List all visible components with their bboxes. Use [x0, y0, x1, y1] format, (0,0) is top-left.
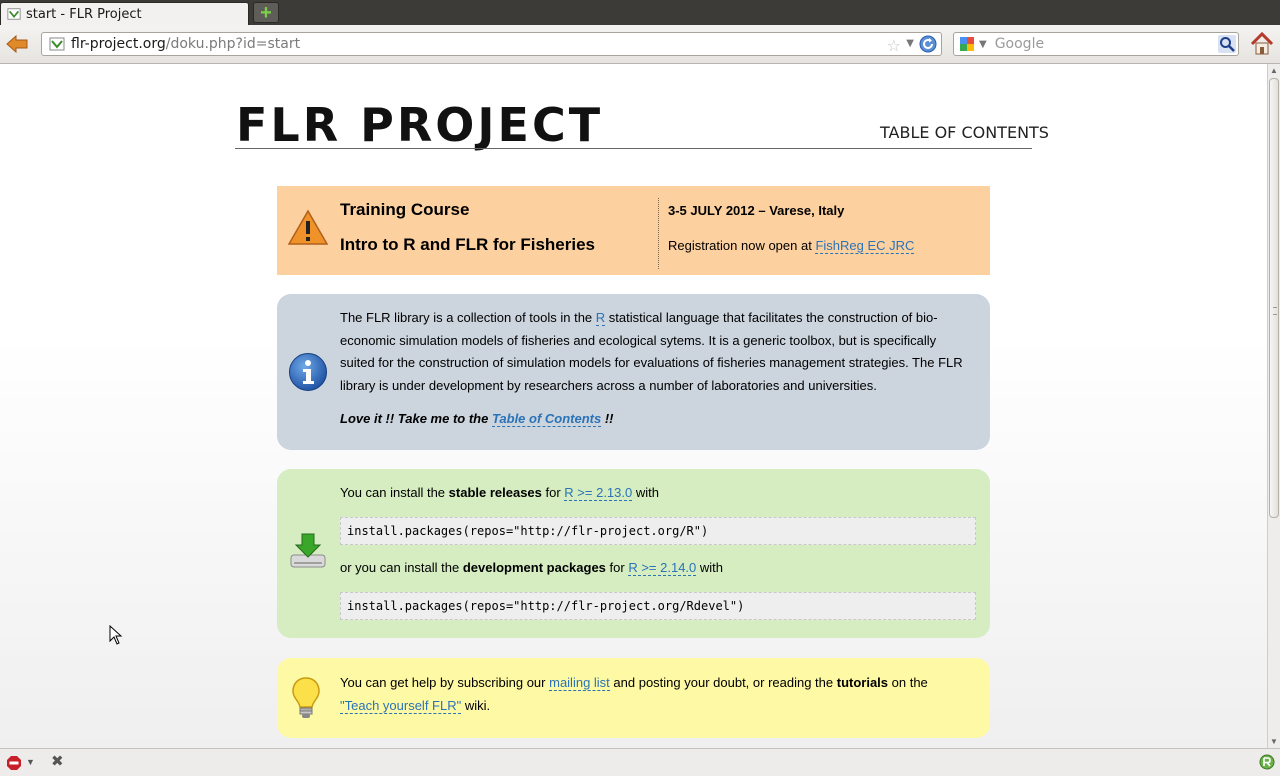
- plus-icon: +: [260, 1, 272, 24]
- search-bar[interactable]: ▼ Google: [953, 32, 1239, 56]
- url-history-dropdown-icon[interactable]: ▼: [906, 38, 914, 49]
- stable-prefix: You can install the: [340, 485, 449, 500]
- site-title[interactable]: FLR PROJECT: [236, 98, 603, 152]
- page-viewport: FLR PROJECT TABLE OF CONTENTS Training C…: [0, 64, 1267, 748]
- love-suffix: !!: [601, 411, 614, 426]
- close-addon-bar-icon[interactable]: ✖: [51, 752, 64, 770]
- help-box: You can get help by subscribing our mail…: [277, 658, 990, 738]
- toc-inline-link[interactable]: Table of Contents: [491, 411, 602, 427]
- scroll-grip: [1273, 307, 1277, 315]
- training-subtitle: Intro to R and FLR for Fisheries: [340, 235, 596, 254]
- warning-icon: [287, 209, 329, 245]
- r-2-14-link[interactable]: R >= 2.14.0: [628, 560, 697, 576]
- help-mid: and posting your doubt, or reading the: [609, 675, 837, 690]
- mailing-list-link[interactable]: mailing list: [549, 675, 610, 691]
- bookmark-star-icon[interactable]: ☆: [887, 36, 901, 55]
- browser-tab-active[interactable]: start - FLR Project: [0, 2, 249, 25]
- address-bar[interactable]: flr-project.org/doku.php?id=start ☆ ▼: [41, 32, 942, 56]
- header-divider: [235, 148, 1032, 149]
- install-instructions-box: You can install the stable releases for …: [277, 469, 990, 638]
- love-it-line: Love it !! Take me to the Table of Conte…: [340, 411, 614, 427]
- registration-text: Registration now open at FishReg EC JRC: [668, 238, 915, 254]
- stable-release-line: You can install the stable releases for …: [340, 485, 659, 501]
- search-placeholder: Google: [994, 36, 1045, 52]
- lightbulb-icon: [292, 677, 320, 718]
- registration-prefix: Registration now open at: [668, 238, 816, 253]
- stable-suffix: with: [632, 485, 659, 500]
- info-icon: [289, 353, 327, 391]
- love-prefix: Love it !! Take me to the: [340, 411, 492, 426]
- url-path: /doku.php?id=start: [165, 36, 301, 52]
- vertical-scrollbar[interactable]: ▲ ▼: [1267, 64, 1280, 748]
- home-icon[interactable]: [1249, 31, 1275, 57]
- development-packages-label: development packages: [462, 560, 606, 575]
- scroll-up-icon[interactable]: ▲: [1270, 66, 1278, 75]
- training-course-notice: Training Course Intro to R and FLR for F…: [277, 186, 990, 275]
- training-divider: [658, 198, 659, 269]
- tab-title: start - FLR Project: [26, 6, 142, 22]
- devel-mid: for: [605, 560, 629, 575]
- fishreg-link[interactable]: FishReg EC JRC: [815, 238, 915, 254]
- addon-status-icon[interactable]: [1259, 754, 1275, 770]
- stable-mid: for: [541, 485, 565, 500]
- r-language-link[interactable]: R: [595, 310, 606, 326]
- devel-release-line: or you can install the development packa…: [340, 560, 724, 576]
- scrollbar-thumb[interactable]: [1269, 78, 1279, 518]
- stable-releases-label: stable releases: [448, 485, 542, 500]
- help-suffix: wiki.: [461, 698, 491, 713]
- download-icon: [290, 533, 326, 568]
- search-engine-dropdown-icon[interactable]: ▼: [979, 39, 987, 50]
- navigation-toolbar: flr-project.org/doku.php?id=start ☆ ▼ ▼ …: [0, 25, 1280, 64]
- site-favicon-icon: [7, 8, 21, 20]
- scroll-down-icon[interactable]: ▼: [1270, 737, 1278, 746]
- description-text-1: The FLR library is a collection of tools…: [340, 310, 596, 325]
- url-host: flr-project.org: [71, 36, 166, 52]
- flr-info-box: The FLR library is a collection of tools…: [277, 294, 990, 450]
- table-of-contents-link[interactable]: TABLE OF CONTENTS: [880, 123, 1049, 142]
- devel-install-code[interactable]: install.packages(repos="http://flr-proje…: [340, 592, 976, 620]
- mouse-cursor-icon: [109, 625, 123, 645]
- adblock-dropdown-icon[interactable]: ▼: [26, 757, 35, 767]
- reload-icon[interactable]: [919, 35, 937, 53]
- tab-strip: start - FLR Project +: [0, 0, 1280, 25]
- training-title: Training Course: [340, 200, 470, 219]
- devel-suffix: with: [696, 560, 724, 575]
- google-engine-icon[interactable]: [959, 36, 975, 52]
- site-identity-icon[interactable]: [49, 36, 65, 52]
- devel-prefix: or you can install the: [340, 560, 463, 575]
- r-2-13-link[interactable]: R >= 2.13.0: [564, 485, 633, 501]
- training-date: 3-5 JULY 2012 – Varese, Italy: [668, 203, 845, 218]
- teach-yourself-flr-link[interactable]: "Teach yourself FLR": [340, 698, 462, 714]
- help-mid2: on the: [888, 675, 928, 690]
- search-icon[interactable]: [1218, 35, 1236, 53]
- adblock-plus-icon[interactable]: [6, 755, 22, 771]
- help-text: You can get help by subscribing our mail…: [340, 671, 960, 717]
- tutorials-label: tutorials: [836, 675, 889, 690]
- flr-description: The FLR library is a collection of tools…: [340, 307, 970, 397]
- back-arrow-icon[interactable]: [4, 32, 30, 56]
- new-tab-button[interactable]: +: [253, 2, 279, 23]
- status-bar: ▼ ✖: [0, 748, 1280, 776]
- help-prefix: You can get help by subscribing our: [340, 675, 550, 690]
- stable-install-code[interactable]: install.packages(repos="http://flr-proje…: [340, 517, 976, 545]
